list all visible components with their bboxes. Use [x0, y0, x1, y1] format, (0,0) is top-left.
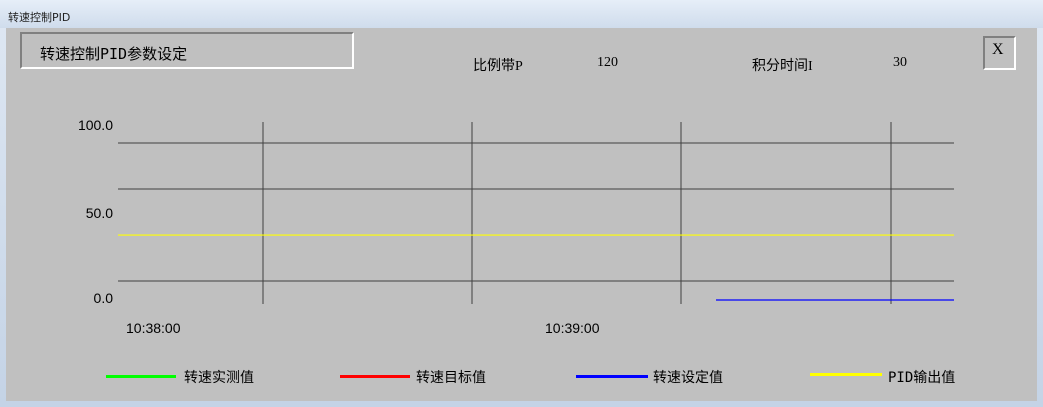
trend-chart: 100.0 50.0 0.0 10:38:00 10:39:00: [78, 117, 954, 336]
chart-grid: [118, 122, 954, 304]
client-area: 转速控制PID参数设定 比例带P 120 积分时间I 30 X 转速实测值 转速…: [6, 28, 1037, 401]
app-window: 转速控制PID 转速控制PID参数设定 比例带P 120 积分时间I 30 X …: [0, 0, 1043, 407]
title-bar[interactable]: 转速控制PID: [0, 0, 1043, 28]
chart-series: [118, 234, 954, 301]
window-title: 转速控制PID: [8, 11, 71, 24]
y-tick-label: 0.0: [94, 290, 114, 306]
y-tick-label: 50.0: [86, 205, 113, 221]
x-tick-label: 10:39:00: [545, 320, 600, 336]
x-tick-label: 10:38:00: [126, 320, 181, 336]
y-tick-label: 100.0: [78, 117, 113, 133]
chart-tick-labels: 100.0 50.0 0.0 10:38:00 10:39:00: [78, 117, 600, 336]
